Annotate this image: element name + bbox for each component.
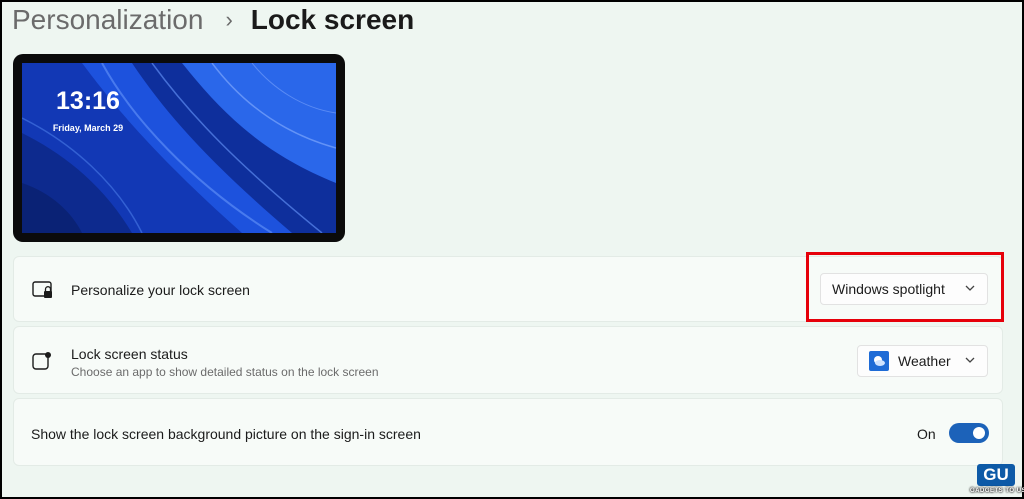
toggle-knob xyxy=(973,427,985,439)
breadcrumb: Personalization › Lock screen xyxy=(12,2,414,38)
annotation-highlight-box xyxy=(806,252,1004,322)
lock-screen-status-label: Lock screen status xyxy=(71,346,188,362)
sign-in-background-toggle[interactable] xyxy=(949,423,989,443)
watermark-badge: GU xyxy=(977,464,1015,486)
status-app-icon xyxy=(32,352,51,370)
chevron-down-icon xyxy=(965,357,975,363)
weather-icon xyxy=(869,351,889,371)
breadcrumb-personalization[interactable]: Personalization xyxy=(12,4,203,36)
sign-in-background-label: Show the lock screen background picture … xyxy=(31,426,421,442)
lock-screen-monitor-icon xyxy=(32,281,52,298)
watermark-text: GADGETS TO USE xyxy=(970,488,1024,494)
lock-screen-status-dropdown[interactable]: Weather xyxy=(857,345,988,377)
personalize-lock-screen-label: Personalize your lock screen xyxy=(71,282,250,298)
breadcrumb-separator-icon: › xyxy=(225,7,233,32)
lock-screen-status-row: Lock screen status Choose an app to show… xyxy=(13,326,1003,394)
watermark-logo: GU GADGETS TO USE xyxy=(970,462,1024,499)
lock-screen-preview: 13:16 Friday, March 29 xyxy=(13,54,345,242)
preview-wallpaper: 13:16 Friday, March 29 xyxy=(22,63,336,233)
lock-screen-status-description: Choose an app to show detailed status on… xyxy=(71,365,379,379)
preview-clock: 13:16 xyxy=(56,87,120,115)
preview-date: Friday, March 29 xyxy=(52,123,124,133)
dropdown-selected-value: Weather xyxy=(898,353,951,369)
sign-in-background-row: Show the lock screen background picture … xyxy=(13,398,1003,466)
page-title: Lock screen xyxy=(250,4,415,35)
toggle-state-label: On xyxy=(917,426,936,442)
